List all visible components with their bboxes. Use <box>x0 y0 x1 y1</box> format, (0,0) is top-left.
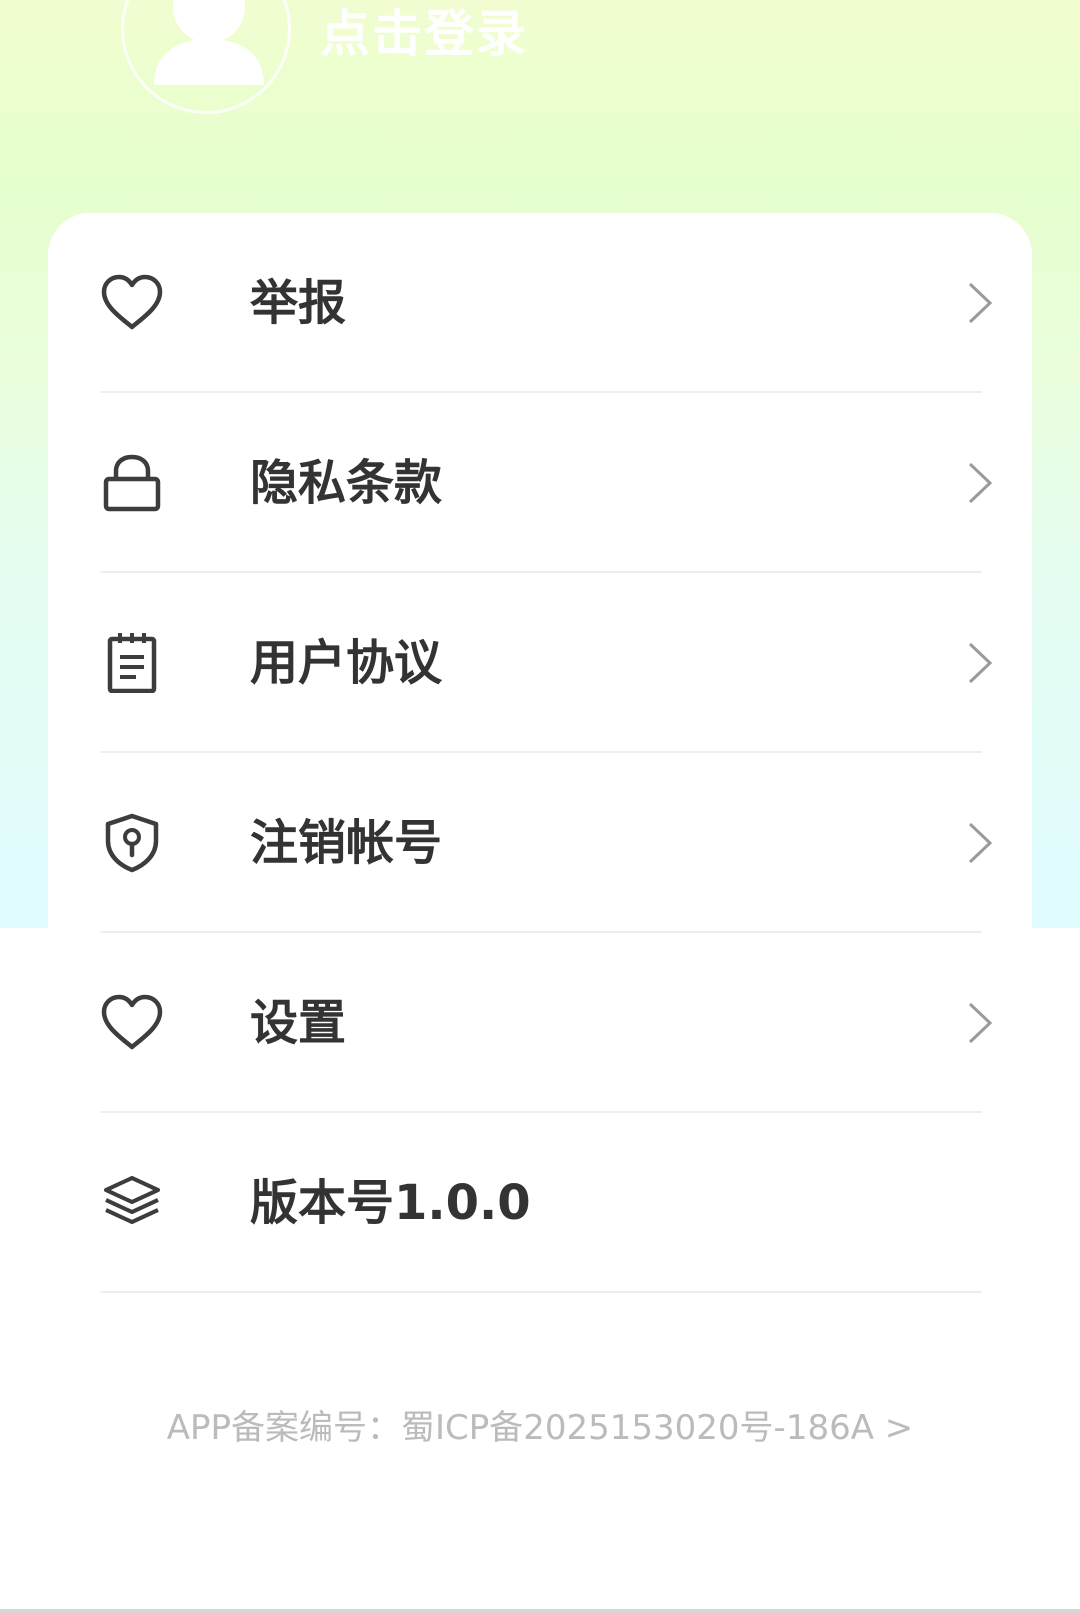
profile-header: 点击登录 <box>0 0 1080 200</box>
menu-item-user-agreement[interactable]: 用户协议 <box>100 573 993 753</box>
menu-card: 举报 隐私条款 用户协议 注销帐号 设置 版本号1.0.0 <box>48 213 1032 1413</box>
menu-item-label: 设置 <box>250 995 347 1051</box>
login-prompt[interactable]: 点击登录 <box>320 2 528 66</box>
bottom-divider <box>0 1609 1080 1613</box>
lock-icon <box>100 453 164 513</box>
menu-item-label: 隐私条款 <box>250 455 443 511</box>
menu-item-label: 注销帐号 <box>250 815 443 871</box>
heart-icon <box>100 993 164 1053</box>
menu-item-delete-account[interactable]: 注销帐号 <box>100 753 993 933</box>
chevron-right-icon <box>966 461 994 505</box>
chevron-right-icon <box>966 1001 994 1045</box>
user-silhouette-icon <box>154 0 264 85</box>
menu-item-report[interactable]: 举报 <box>100 213 993 393</box>
icp-record-link[interactable]: APP备案编号：蜀ICP备2025153020号-186A > <box>0 1405 1080 1451</box>
chevron-right-icon <box>966 821 994 865</box>
shield-keyhole-icon <box>100 813 164 873</box>
avatar[interactable] <box>121 0 291 114</box>
notepad-icon <box>100 633 164 694</box>
menu-item-privacy[interactable]: 隐私条款 <box>100 393 993 573</box>
menu-item-label: 举报 <box>250 275 347 331</box>
layers-icon <box>100 1173 164 1233</box>
menu-item-label: 用户协议 <box>250 635 443 691</box>
menu-item-settings[interactable]: 设置 <box>100 933 993 1113</box>
menu-item-version: 版本号1.0.0 <box>100 1113 982 1293</box>
chevron-right-icon <box>966 641 994 685</box>
chevron-right-icon <box>966 281 994 325</box>
heart-icon <box>100 273 164 333</box>
version-label: 版本号1.0.0 <box>250 1175 531 1231</box>
